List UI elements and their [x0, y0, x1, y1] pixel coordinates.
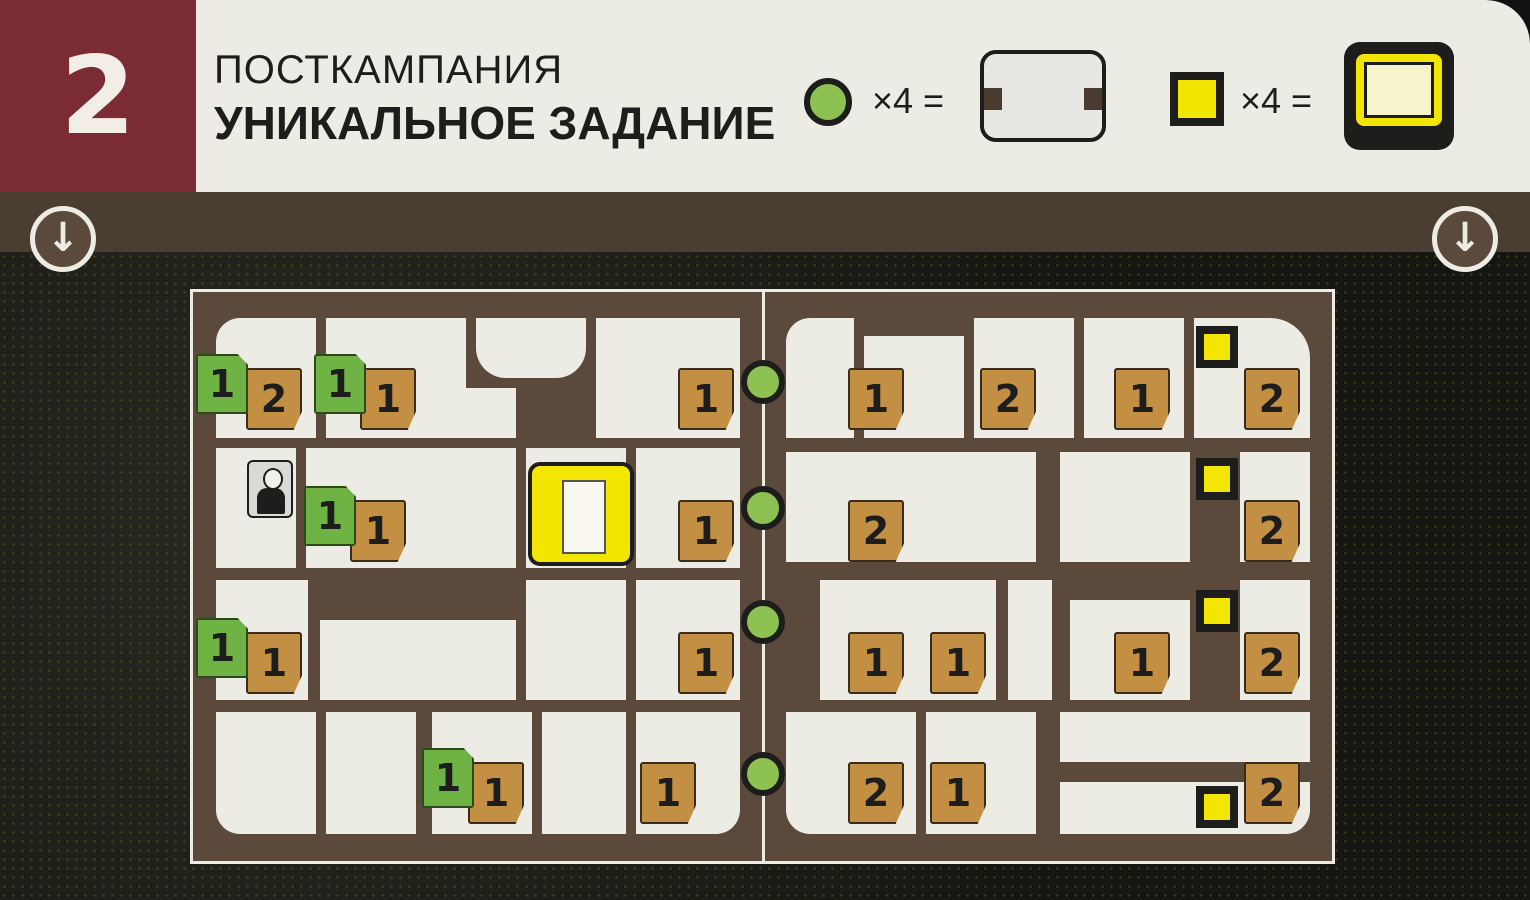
- room: [476, 318, 586, 378]
- tan-token: 1: [468, 762, 524, 824]
- room: [320, 620, 516, 700]
- header-strip: [0, 192, 1530, 252]
- green-marker-icon: [741, 752, 785, 796]
- tan-token: 1: [360, 368, 416, 430]
- tan-token: 1: [1114, 632, 1170, 694]
- tan-token: 2: [1244, 632, 1300, 694]
- yellow-marker-icon: [1196, 458, 1238, 500]
- legend-yellow-text: ×4 =: [1240, 80, 1313, 121]
- room: [1008, 580, 1052, 700]
- tan-token: 2: [848, 762, 904, 824]
- room: [786, 452, 1036, 562]
- tan-token: 1: [930, 762, 986, 824]
- mission-card: 2 ПОСТКАМПАНИЯ УНИКАЛЬНОЕ ЗАДАНИЕ ×4 = ×…: [0, 0, 1530, 900]
- room: [786, 318, 854, 438]
- yellow-marker-icon: [1196, 326, 1238, 368]
- yellow-marker-icon: [1196, 786, 1238, 828]
- tan-token: 1: [930, 632, 986, 694]
- arrow-down-icon: ↓: [30, 206, 96, 272]
- room: [526, 580, 626, 700]
- tan-token: 1: [678, 500, 734, 562]
- mission-number-banner: 2: [0, 0, 196, 192]
- green-token: 1: [196, 618, 248, 678]
- boss-figure-icon: [247, 460, 293, 518]
- green-token: 1: [314, 354, 366, 414]
- tan-token: 2: [848, 500, 904, 562]
- green-marker-icon: [741, 600, 785, 644]
- room: [542, 712, 626, 834]
- tan-token: 1: [678, 632, 734, 694]
- door-icon: [528, 462, 634, 566]
- tan-token: 2: [1244, 762, 1300, 824]
- tan-token: 1: [350, 500, 406, 562]
- legend-green-text: ×4 =: [872, 80, 945, 121]
- room: [216, 712, 316, 834]
- green-token: 1: [304, 486, 356, 546]
- room: [426, 388, 516, 438]
- tan-token: 1: [678, 368, 734, 430]
- yellow-marker-icon: [1196, 590, 1238, 632]
- legend-green-marker-icon: [804, 78, 852, 126]
- green-token: 1: [422, 748, 474, 808]
- green-marker-icon: [741, 360, 785, 404]
- tan-token: 2: [246, 368, 302, 430]
- room: [1060, 452, 1190, 562]
- tan-token: 1: [848, 368, 904, 430]
- door-barrier-tile-icon: [980, 50, 1106, 142]
- tan-token: 1: [848, 632, 904, 694]
- legend-yellow-marker-icon: [1170, 72, 1224, 126]
- tan-token: 1: [246, 632, 302, 694]
- arrow-down-icon: ↓: [1432, 206, 1498, 272]
- mission-title: УНИКАЛЬНОЕ ЗАДАНИЕ: [214, 97, 776, 149]
- room: [1060, 712, 1310, 762]
- tan-token: 2: [1244, 500, 1300, 562]
- tan-token: 2: [1244, 368, 1300, 430]
- tan-token: 1: [640, 762, 696, 824]
- room: [326, 712, 416, 834]
- green-marker-icon: [741, 486, 785, 530]
- mission-number: 2: [60, 34, 136, 159]
- safe-tile-icon: [1344, 42, 1454, 150]
- green-token: 1: [196, 354, 248, 414]
- tan-token: 2: [980, 368, 1036, 430]
- mission-subtitle: ПОСТКАМПАНИЯ: [214, 48, 564, 92]
- card-header: 2 ПОСТКАМПАНИЯ УНИКАЛЬНОЕ ЗАДАНИЕ ×4 = ×…: [0, 0, 1530, 192]
- tan-token: 1: [1114, 368, 1170, 430]
